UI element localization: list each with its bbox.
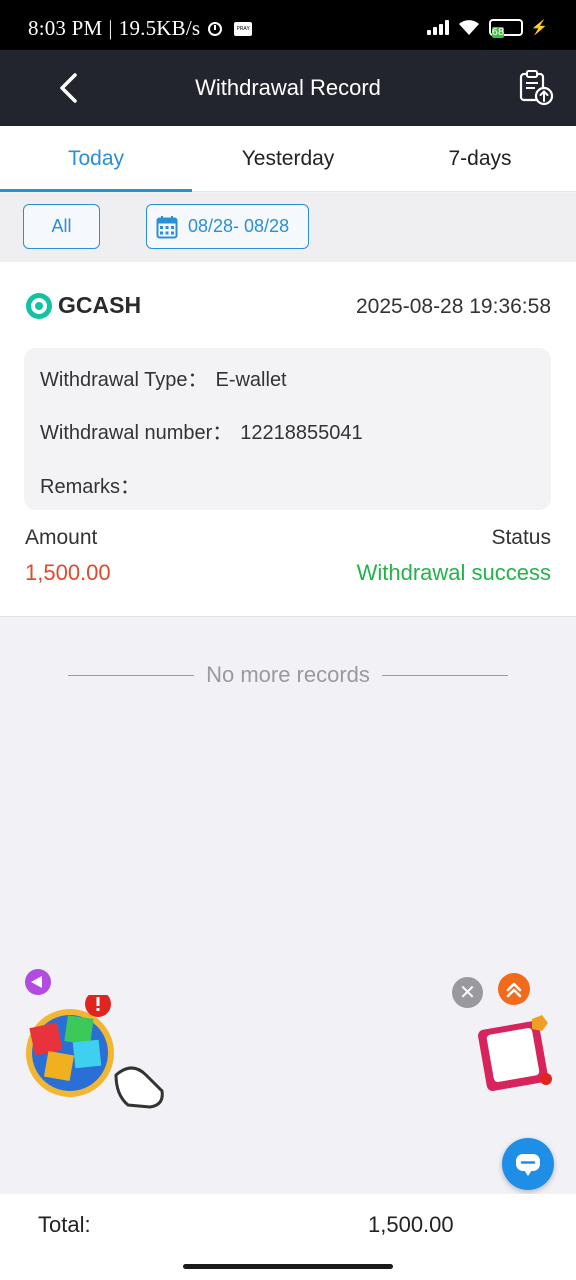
pray-app-icon: PRAY (234, 21, 253, 36)
game-cubes-icon (26, 991, 164, 1109)
withdrawal-type-value: E-wallet (215, 369, 287, 391)
filter-all-button[interactable]: All (23, 204, 100, 249)
date-tabs: Today Yesterday 7-days (0, 126, 576, 192)
status-left: 8:03 PM | 19.5KB/s PRAY (28, 16, 253, 41)
app-header: Withdrawal Record (0, 50, 576, 126)
list-end-indicator: No more records (68, 660, 508, 690)
network-speed: 19.5KB/s (118, 16, 201, 40)
divider-right (381, 674, 508, 676)
scroll-up-button[interactable] (498, 973, 530, 1005)
status-right: 68 ⚡ (426, 18, 548, 38)
wifi-icon (457, 18, 481, 36)
withdrawal-number-value: 12218855041 (240, 422, 363, 444)
gift-box-icon (478, 1015, 552, 1091)
gift-promo-widget[interactable] (472, 1013, 562, 1098)
amount-value: 1,500.00 (25, 560, 111, 585)
status-label: Status (491, 526, 551, 549)
status-bar: 8:03 PM | 19.5KB/s PRAY 68 ⚡ (0, 0, 576, 50)
date-range-button[interactable]: 08/28- 08/28 (146, 204, 309, 249)
chat-bubble-icon (516, 1154, 540, 1176)
home-indicator[interactable] (183, 1264, 393, 1269)
collapse-widget-button[interactable] (25, 969, 51, 995)
withdrawal-type-label: Withdrawal Type： (40, 369, 208, 391)
calendar-icon (156, 215, 178, 238)
page-title: Withdrawal Record (195, 75, 381, 100)
alarm-icon (208, 21, 223, 36)
withdrawal-record-card[interactable]: GCASH 2025-08-28 19:36:58 Withdrawal Typ… (0, 262, 576, 617)
game-promo-widget[interactable] (24, 991, 164, 1110)
date-range-text: 08/28- 08/28 (188, 216, 290, 236)
total-value: 1,500.00 (368, 1212, 454, 1237)
record-datetime: 2025-08-28 19:36:58 (356, 295, 551, 318)
signal-icon (426, 19, 449, 35)
clock: 8:03 PM (28, 16, 103, 40)
total-footer: Total: 1,500.00 (0, 1194, 576, 1280)
withdrawal-number-row: Withdrawal number： 12218855041 (40, 416, 363, 445)
close-widget-button[interactable]: ✕ (452, 977, 483, 1008)
double-chevron-up-icon (506, 982, 522, 998)
battery-level: 68 (491, 26, 505, 38)
clipboard-upload-icon (519, 70, 554, 106)
battery-icon: 68 (488, 18, 523, 38)
withdrawal-number-label: Withdrawal number： (40, 422, 233, 444)
divider-left (68, 674, 195, 676)
payment-method: GCASH (26, 292, 141, 319)
filter-bar: All 08/28- 08/28 (0, 193, 576, 262)
amount-label: Amount (25, 526, 98, 549)
chat-support-button[interactable] (502, 1138, 554, 1190)
status-separator: | (108, 16, 113, 40)
remarks-label: Remarks： (40, 476, 141, 498)
tab-7-days[interactable]: 7-days (384, 126, 576, 191)
record-details: Withdrawal Type： E-wallet Withdrawal numb… (24, 348, 551, 510)
gcash-logo-icon (26, 292, 52, 319)
tab-yesterday[interactable]: Yesterday (192, 126, 384, 191)
list-end-text: No more records (206, 662, 370, 687)
remarks-row: Remarks： (40, 470, 148, 499)
total-label: Total: (38, 1212, 91, 1237)
withdrawal-type-row: Withdrawal Type： E-wallet (40, 363, 287, 392)
tab-today[interactable]: Today (0, 126, 192, 192)
charging-icon: ⚡ (530, 18, 548, 35)
payment-method-name: GCASH (58, 292, 142, 318)
status-value: Withdrawal success (356, 560, 551, 585)
record-export-button[interactable] (516, 68, 556, 108)
